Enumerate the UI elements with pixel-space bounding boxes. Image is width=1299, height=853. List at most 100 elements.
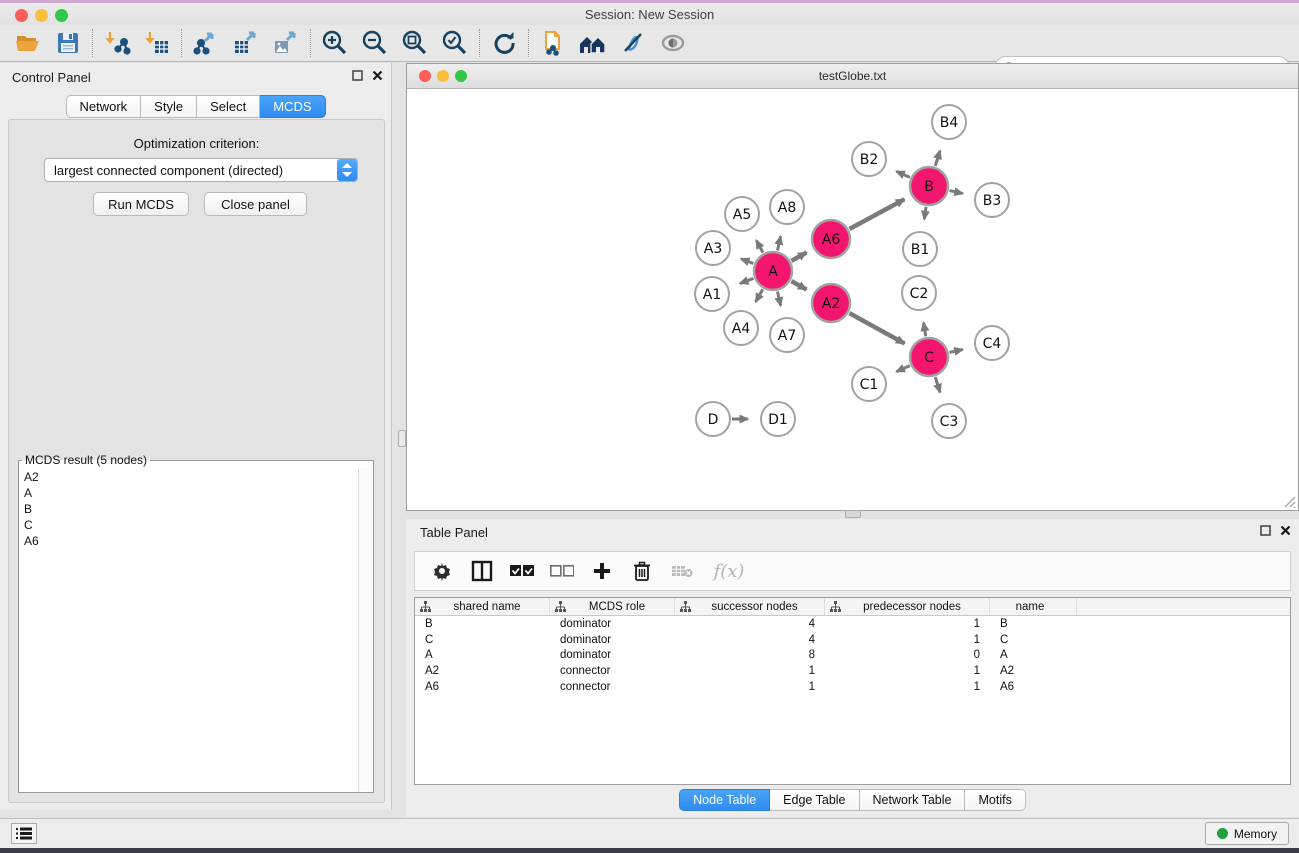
delete-table-button[interactable]	[669, 558, 695, 584]
hide-labels-button[interactable]	[613, 27, 653, 59]
graph-node-C3[interactable]: C3	[932, 404, 966, 438]
result-item[interactable]: B	[24, 501, 358, 517]
graph-edge-A6-B[interactable]	[849, 199, 904, 229]
graph-node-A2[interactable]: A2	[812, 284, 850, 322]
graph-edge-A2-C[interactable]	[849, 313, 904, 343]
resize-grip-icon[interactable]	[1282, 494, 1296, 508]
graph-node-B[interactable]: B	[910, 167, 948, 205]
tab-edge-table[interactable]: Edge Table	[770, 789, 859, 811]
home-button[interactable]	[573, 27, 613, 59]
graph-edge-B-B4[interactable]	[935, 151, 940, 166]
network-canvas[interactable]: B4 B2 B B3 A8 A5 A6 A3 B1 A C2 A1 A2 A4 A7 C4 C C1 D D1 C3	[408, 90, 1297, 510]
column-header-predecessor-nodes[interactable]: predecessor nodes	[825, 598, 990, 615]
network-graph[interactable]: B4 B2 B B3 A8 A5 A6 A3 B1 A C2 A1 A2 A4 A7 C4 C C1 D D1 C3	[408, 90, 1297, 510]
graph-edge-A-A6[interactable]	[791, 253, 806, 261]
float-panel-icon[interactable]	[352, 70, 363, 81]
tab-network[interactable]: Network	[65, 95, 141, 118]
graph-node-B2[interactable]: B2	[852, 142, 886, 176]
result-scrollbar[interactable]	[358, 468, 372, 791]
deselect-all-columns-button[interactable]	[549, 558, 575, 584]
graph-edge-C-C1[interactable]	[896, 366, 909, 372]
result-item[interactable]: A6	[24, 533, 358, 549]
result-item[interactable]: C	[24, 517, 358, 533]
tab-mcds[interactable]: MCDS	[260, 95, 325, 118]
export-network-button[interactable]	[186, 27, 226, 59]
graph-edge-A-A4[interactable]	[756, 289, 763, 302]
float-panel-icon[interactable]	[1260, 525, 1271, 536]
run-mcds-button[interactable]: Run MCDS	[93, 192, 189, 216]
table-settings-button[interactable]	[429, 558, 455, 584]
graph-node-D[interactable]: D	[696, 402, 730, 436]
column-header-shared-name[interactable]: shared name	[415, 598, 550, 615]
open-session-button[interactable]	[8, 27, 48, 59]
graph-edge-A-A5[interactable]	[756, 240, 763, 252]
graph-node-D1[interactable]: D1	[761, 402, 795, 436]
table-row[interactable]: B dominator 4 1 B	[415, 616, 1290, 632]
import-table-button[interactable]	[137, 27, 177, 59]
graph-edge-A-A8[interactable]	[777, 236, 780, 250]
tab-motifs[interactable]: Motifs	[965, 789, 1025, 811]
table-row[interactable]: A6 connector 1 1 A6	[415, 679, 1290, 695]
table-row[interactable]: C dominator 4 1 C	[415, 632, 1290, 648]
close-panel-icon[interactable]	[1280, 525, 1291, 536]
graph-node-B3[interactable]: B3	[975, 183, 1009, 217]
close-panel-button[interactable]: Close panel	[204, 192, 307, 216]
network-window-titlebar[interactable]: testGlobe.txt	[407, 64, 1298, 89]
optimization-criterion-select[interactable]: largest connected component (directed)	[44, 158, 358, 182]
graph-edge-A-A1[interactable]	[740, 278, 753, 283]
graph-edge-A-A2[interactable]	[791, 281, 806, 289]
table-row[interactable]: A2 connector 1 1 A2	[415, 663, 1290, 679]
zoom-fit-button[interactable]	[395, 27, 435, 59]
close-panel-icon[interactable]	[372, 70, 383, 81]
memory-button[interactable]: Memory	[1205, 822, 1289, 845]
function-builder-button[interactable]: f(x)	[709, 558, 749, 584]
export-image-button[interactable]	[266, 27, 306, 59]
graph-edge-C-C4[interactable]	[949, 350, 962, 353]
tab-select[interactable]: Select	[197, 95, 260, 118]
table-row[interactable]: A dominator 8 0 A	[415, 647, 1290, 663]
graph-node-A1[interactable]: A1	[695, 277, 729, 311]
graph-node-A3[interactable]: A3	[696, 231, 730, 265]
graph-edge-A-A3[interactable]	[741, 259, 753, 264]
graph-node-A[interactable]: A	[754, 252, 792, 290]
delete-column-button[interactable]	[629, 558, 655, 584]
graph-node-C1[interactable]: C1	[852, 367, 886, 401]
graph-node-A5[interactable]: A5	[725, 197, 759, 231]
graph-node-A6[interactable]: A6	[812, 220, 850, 258]
graph-edge-B-B2[interactable]	[896, 171, 909, 177]
graph-edge-B-B3[interactable]	[949, 191, 962, 194]
column-header-successor-nodes[interactable]: successor nodes	[675, 598, 825, 615]
graph-node-A4[interactable]: A4	[724, 311, 758, 345]
graph-edge-C-C3[interactable]	[935, 377, 940, 392]
tab-node-table[interactable]: Node Table	[679, 789, 770, 811]
show-details-button[interactable]	[653, 27, 693, 59]
zoom-in-button[interactable]	[315, 27, 355, 59]
show-column-panel-button[interactable]	[469, 558, 495, 584]
tab-style[interactable]: Style	[141, 95, 197, 118]
create-column-button[interactable]	[589, 558, 615, 584]
splitpane-handle-horizontal[interactable]	[845, 510, 861, 518]
tab-network-table[interactable]: Network Table	[860, 789, 966, 811]
refresh-button[interactable]	[484, 27, 524, 59]
export-table-button[interactable]	[226, 27, 266, 59]
graph-edge-C-C2[interactable]	[924, 323, 926, 337]
result-item[interactable]: A	[24, 485, 358, 501]
import-network-button[interactable]	[97, 27, 137, 59]
splitpane-handle-vertical[interactable]	[398, 430, 406, 447]
graph-node-B1[interactable]: B1	[903, 232, 937, 266]
graph-node-C4[interactable]: C4	[975, 326, 1009, 360]
zoom-selected-button[interactable]	[435, 27, 475, 59]
graph-node-A8[interactable]: A8	[770, 190, 804, 224]
task-history-button[interactable]	[11, 823, 37, 844]
select-all-columns-button[interactable]	[509, 558, 535, 584]
graph-node-C[interactable]: C	[910, 338, 948, 376]
graph-node-C2[interactable]: C2	[902, 276, 936, 310]
column-header-name[interactable]: name	[990, 598, 1077, 615]
graph-node-A7[interactable]: A7	[770, 318, 804, 352]
graph-edge-A-A7[interactable]	[777, 292, 780, 306]
column-header-mcds-role[interactable]: MCDS role	[550, 598, 675, 615]
zoom-out-button[interactable]	[355, 27, 395, 59]
result-item[interactable]: A2	[24, 469, 358, 485]
mcds-result-list[interactable]: A2 A B C A6	[21, 469, 358, 790]
graph-node-B4[interactable]: B4	[932, 105, 966, 139]
